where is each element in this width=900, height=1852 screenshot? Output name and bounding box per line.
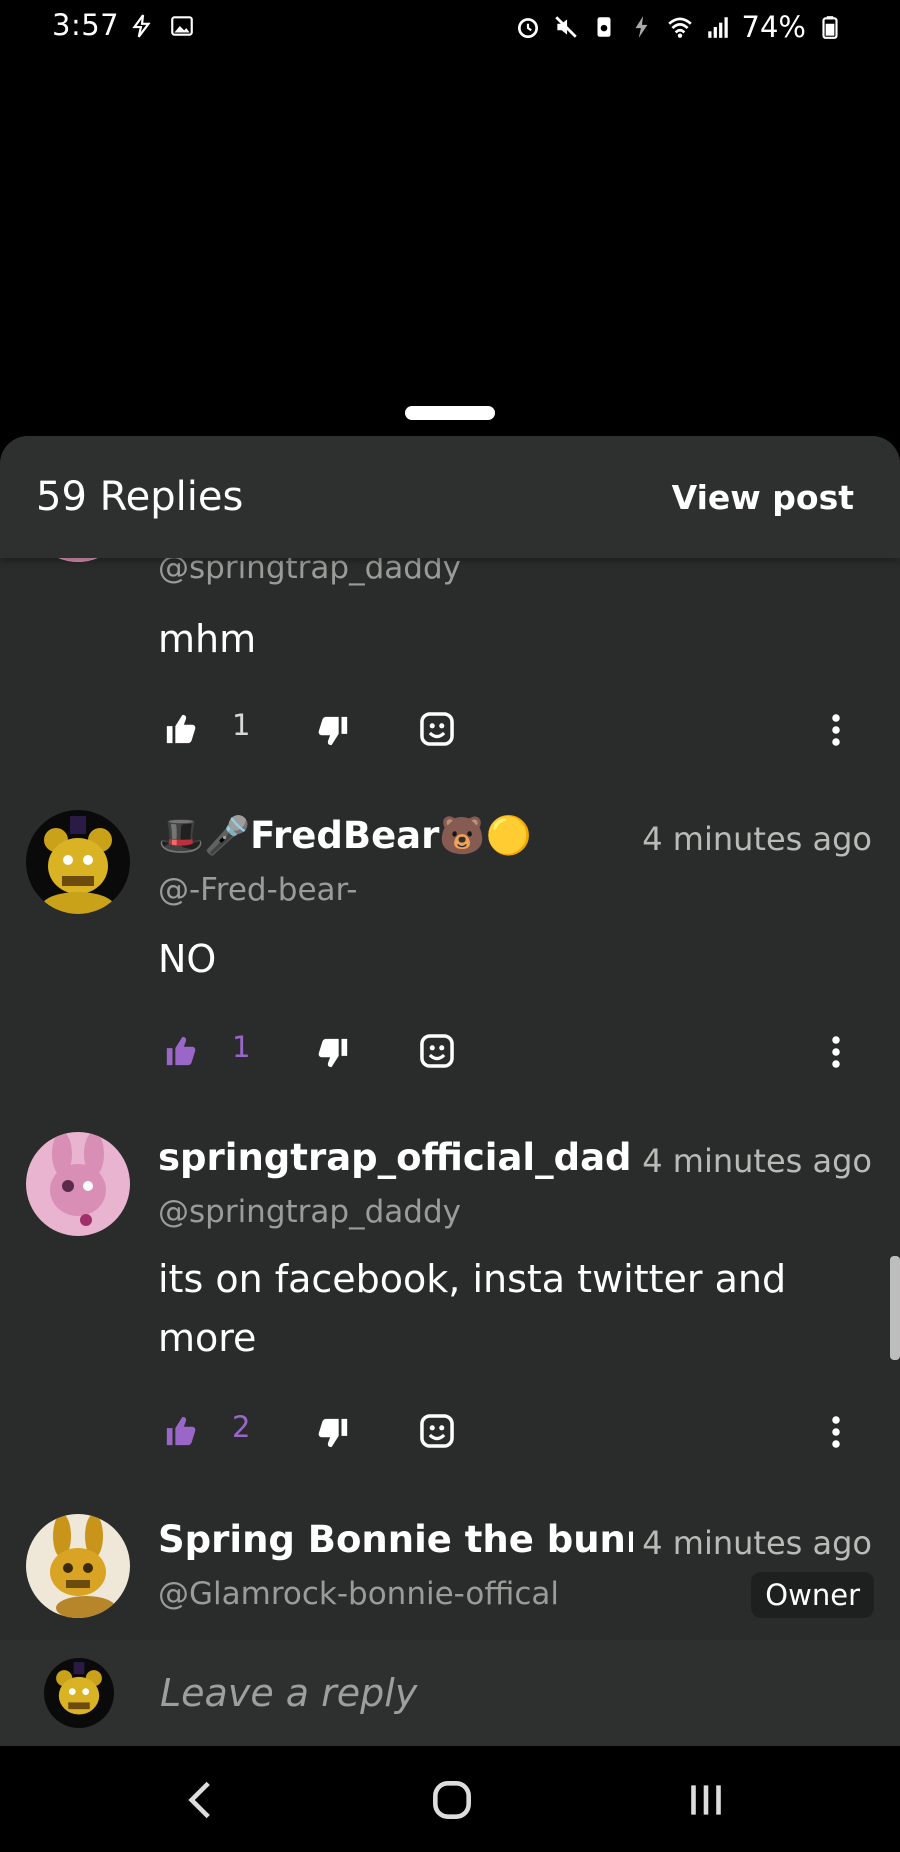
like-count: 2: [232, 1410, 251, 1444]
dislike-icon[interactable]: [316, 1416, 350, 1450]
image-icon: [168, 12, 196, 40]
wifi-icon: [666, 13, 694, 41]
mute-icon: [552, 13, 580, 41]
more-icon[interactable]: [826, 1034, 846, 1070]
comment-actions: 1: [158, 1028, 878, 1078]
home-button[interactable]: [422, 1774, 482, 1826]
replies-count: 59 Replies: [36, 474, 244, 520]
avatar[interactable]: [26, 810, 130, 914]
sync-icon: [590, 13, 618, 41]
more-icon[interactable]: [826, 712, 846, 748]
battery-icon: [816, 13, 844, 41]
like-icon[interactable]: [164, 1414, 198, 1448]
comment-handle[interactable]: @Glamrock-bonnie-offical: [158, 1576, 559, 1612]
react-icon[interactable]: [418, 1412, 456, 1450]
charging-icon: [628, 13, 656, 41]
status-left-icons: [128, 12, 196, 40]
comment-handle[interactable]: @-Fred-bear-: [158, 872, 357, 908]
bolt-icon: [128, 12, 156, 40]
status-right-icons: 74%: [514, 10, 844, 44]
comment-handle[interactable]: @springtrap_daddy: [158, 1194, 461, 1230]
avatar[interactable]: [26, 1132, 130, 1236]
replies-sheet: @springtrap_daddy mhm 1 🎩🎤FredBear🐻🟡 4 m…: [0, 436, 900, 1746]
owner-badge: Owner: [751, 1572, 874, 1618]
comment-author[interactable]: springtrap_official_daddy: [158, 1136, 633, 1179]
view-post-button[interactable]: View post: [672, 478, 854, 517]
recents-icon: [691, 1785, 721, 1815]
signal-icon: [704, 13, 732, 41]
comment-body: NO: [158, 937, 217, 981]
like-count: 1: [232, 708, 251, 742]
home-icon: [433, 1781, 471, 1819]
comment-actions: 1: [158, 706, 878, 756]
comment-actions: 2: [158, 1408, 878, 1458]
comment-author[interactable]: Spring Bonnie the bunny: [158, 1518, 633, 1561]
react-icon[interactable]: [418, 710, 456, 748]
comment-time: 4 minutes ago: [642, 820, 872, 858]
comment-body: its on facebook, insta twitter and more: [158, 1257, 787, 1360]
status-bar: 3:57 74%: [0, 0, 900, 56]
reply-bar: [0, 1640, 900, 1746]
back-icon: [188, 1781, 210, 1819]
dislike-icon[interactable]: [316, 1036, 350, 1070]
comment-time: 4 minutes ago: [642, 1142, 872, 1180]
reply-input[interactable]: [158, 1666, 862, 1720]
like-count: 1: [232, 1030, 251, 1064]
like-icon[interactable]: [164, 712, 198, 746]
recents-button[interactable]: [676, 1774, 736, 1826]
back-button[interactable]: [172, 1774, 232, 1826]
comment-feed[interactable]: @springtrap_daddy mhm 1 🎩🎤FredBear🐻🟡 4 m…: [0, 436, 900, 1746]
dislike-icon[interactable]: [316, 714, 350, 748]
comment-author[interactable]: 🎩🎤FredBear🐻🟡: [158, 814, 532, 858]
avatar[interactable]: [26, 1514, 130, 1618]
battery-percent: 74%: [741, 10, 806, 44]
sheet-drag-handle[interactable]: [405, 406, 495, 420]
alarm-icon: [514, 13, 542, 41]
react-icon[interactable]: [418, 1032, 456, 1070]
status-time: 3:57: [52, 8, 120, 42]
like-icon[interactable]: [164, 1034, 198, 1068]
comment-body: mhm: [158, 617, 257, 661]
system-nav-bar: [0, 1746, 900, 1852]
scrollbar[interactable]: [890, 1256, 900, 1360]
sheet-header: 59 Replies View post: [0, 436, 900, 558]
comment-time: 4 minutes ago: [642, 1524, 872, 1562]
more-icon[interactable]: [826, 1414, 846, 1450]
avatar: [44, 1658, 114, 1728]
